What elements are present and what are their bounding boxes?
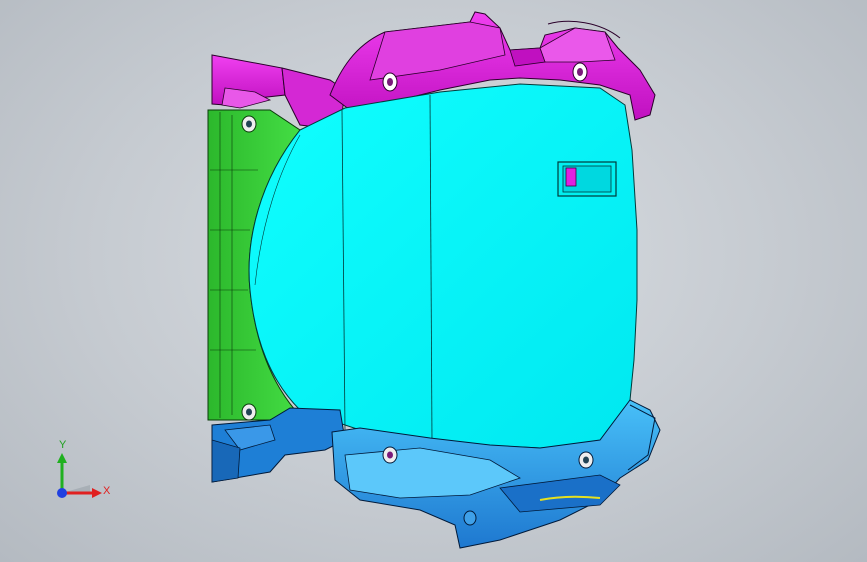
- coordinate-triad: Y X: [40, 435, 120, 515]
- cad-viewport[interactable]: [0, 0, 867, 562]
- x-axis-label: X: [103, 485, 111, 497]
- y-axis-label: Y: [59, 439, 67, 451]
- cyan-panel[interactable]: [248, 83, 638, 449]
- triad-icon: [57, 453, 102, 498]
- latch-button[interactable]: [557, 161, 617, 197]
